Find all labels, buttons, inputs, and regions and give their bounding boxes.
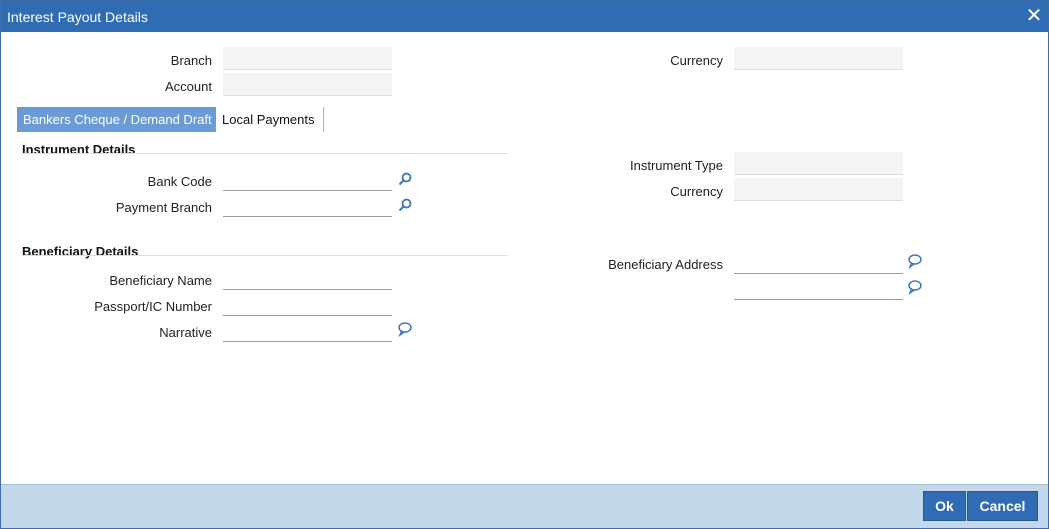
instrument-divider <box>22 153 508 154</box>
instrument-currency-field <box>734 178 903 201</box>
close-icon[interactable]: ✕ <box>1024 5 1044 27</box>
dialog-footer: Ok Cancel <box>1 484 1048 528</box>
beneficiary-name-label: Beneficiary Name <box>109 273 212 288</box>
instrument-details-heading: Instrument Details <box>22 142 136 157</box>
account-label: Account <box>165 79 212 94</box>
passport-input[interactable] <box>223 293 392 316</box>
cancel-button[interactable]: Cancel <box>967 491 1038 521</box>
currency-label: Currency <box>670 53 723 68</box>
interest-payout-dialog: Interest Payout Details ✕ Branch Account… <box>0 0 1049 529</box>
speech-bubble-icon[interactable] <box>907 253 923 270</box>
beneficiary-name-input[interactable] <box>223 267 392 290</box>
beneficiary-details-heading: Beneficiary Details <box>22 244 139 259</box>
dialog-title: Interest Payout Details <box>7 9 148 25</box>
narrative-label: Narrative <box>159 325 212 340</box>
instrument-currency-label: Currency <box>670 184 723 199</box>
ok-button[interactable]: Ok <box>923 491 966 521</box>
passport-label: Passport/IC Number <box>94 299 212 314</box>
branch-field <box>223 47 392 70</box>
branch-label: Branch <box>170 53 212 68</box>
bank-code-input[interactable] <box>223 168 392 191</box>
payment-branch-label: Payment Branch <box>115 200 212 215</box>
beneficiary-divider <box>22 255 508 256</box>
search-icon[interactable] <box>397 197 413 213</box>
account-field <box>223 73 392 96</box>
payment-branch-input[interactable] <box>223 194 392 217</box>
speech-bubble-icon[interactable] <box>907 279 923 296</box>
search-icon[interactable] <box>397 171 413 187</box>
title-bar: Interest Payout Details ✕ <box>1 1 1048 32</box>
currency-field <box>734 47 903 70</box>
speech-bubble-icon[interactable] <box>397 321 413 338</box>
beneficiary-address-label: Beneficiary Address <box>608 257 723 272</box>
tab-local-payments[interactable]: Local Payments <box>216 107 324 132</box>
narrative-input[interactable] <box>223 319 392 342</box>
beneficiary-address-line2-input[interactable] <box>734 277 903 300</box>
beneficiary-address-line1-input[interactable] <box>734 251 903 274</box>
tab-bankers-cheque[interactable]: Bankers Cheque / Demand Draft <box>17 107 216 132</box>
bank-code-label: Bank Code <box>147 174 212 189</box>
instrument-type-field <box>734 152 903 175</box>
instrument-type-label: Instrument Type <box>630 158 723 173</box>
